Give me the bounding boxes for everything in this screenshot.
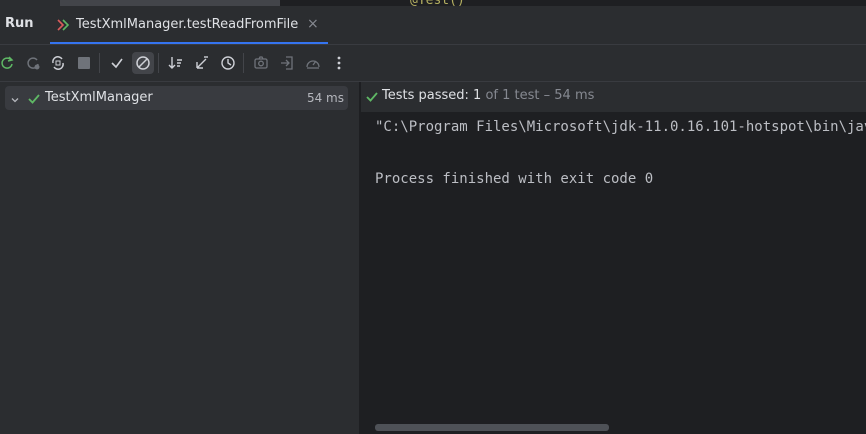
toggle-auto-test-icon[interactable] — [47, 52, 69, 74]
test-status-text: Tests passed: 1 of 1 test – 54 ms — [382, 88, 594, 103]
show-passed-icon[interactable] — [106, 52, 128, 74]
toolbar-separator — [99, 53, 100, 73]
tool-window-title: Run — [5, 16, 34, 31]
tests-passed-label: Tests passed: — [382, 88, 469, 103]
test-class-label: TestXmlManager — [45, 90, 153, 105]
tab-label: TestXmlManager.testReadFromFile — [76, 17, 299, 32]
console-output[interactable]: Tests passed: 1 of 1 test – 54 ms "C:\Pr… — [361, 82, 866, 434]
rerun-failed-icon[interactable] — [22, 52, 44, 74]
toolbar-separator — [158, 53, 159, 73]
tests-passed-detail: of 1 test – 54 ms — [485, 88, 595, 103]
sort-by-duration-icon[interactable] — [191, 52, 213, 74]
toolbar-separator — [243, 53, 244, 73]
sort-icon[interactable] — [165, 52, 187, 74]
close-tab-icon[interactable]: × — [307, 16, 319, 32]
chevron-down-icon[interactable] — [9, 91, 21, 110]
test-passed-icon — [27, 91, 41, 110]
console-command-line: "C:\Program Files\Microsoft\jdk-11.0.16.… — [375, 119, 866, 135]
active-tab-indicator — [50, 42, 328, 44]
test-tree-item[interactable]: TestXmlManager 54 ms — [5, 86, 348, 110]
horizontal-scrollbar[interactable] — [375, 424, 609, 431]
tests-passed-count: 1 — [473, 88, 482, 103]
more-icon[interactable] — [328, 52, 350, 74]
stop-icon[interactable] — [73, 52, 95, 74]
run-toolbar — [0, 45, 866, 82]
coverage-icon[interactable] — [302, 52, 324, 74]
console-exit-line: Process finished with exit code 0 — [375, 171, 654, 187]
show-ignored-icon[interactable] — [132, 52, 154, 74]
test-duration: 54 ms — [306, 91, 344, 105]
screenshot-icon[interactable] — [250, 52, 272, 74]
rerun-icon[interactable] — [0, 52, 18, 74]
tests-passed-icon — [365, 89, 379, 108]
run-configuration-tab[interactable]: TestXmlManager.testReadFromFile × — [50, 6, 328, 44]
test-results-tree: TestXmlManager 54 ms — [0, 82, 359, 434]
test-status-bar: Tests passed: 1 of 1 test – 54 ms — [361, 82, 866, 112]
run-tool-window-header: Run TestXmlManager.testReadFromFile × — [0, 6, 866, 45]
history-icon[interactable] — [217, 52, 239, 74]
test-config-icon — [56, 17, 70, 36]
import-tests-icon[interactable] — [276, 52, 298, 74]
